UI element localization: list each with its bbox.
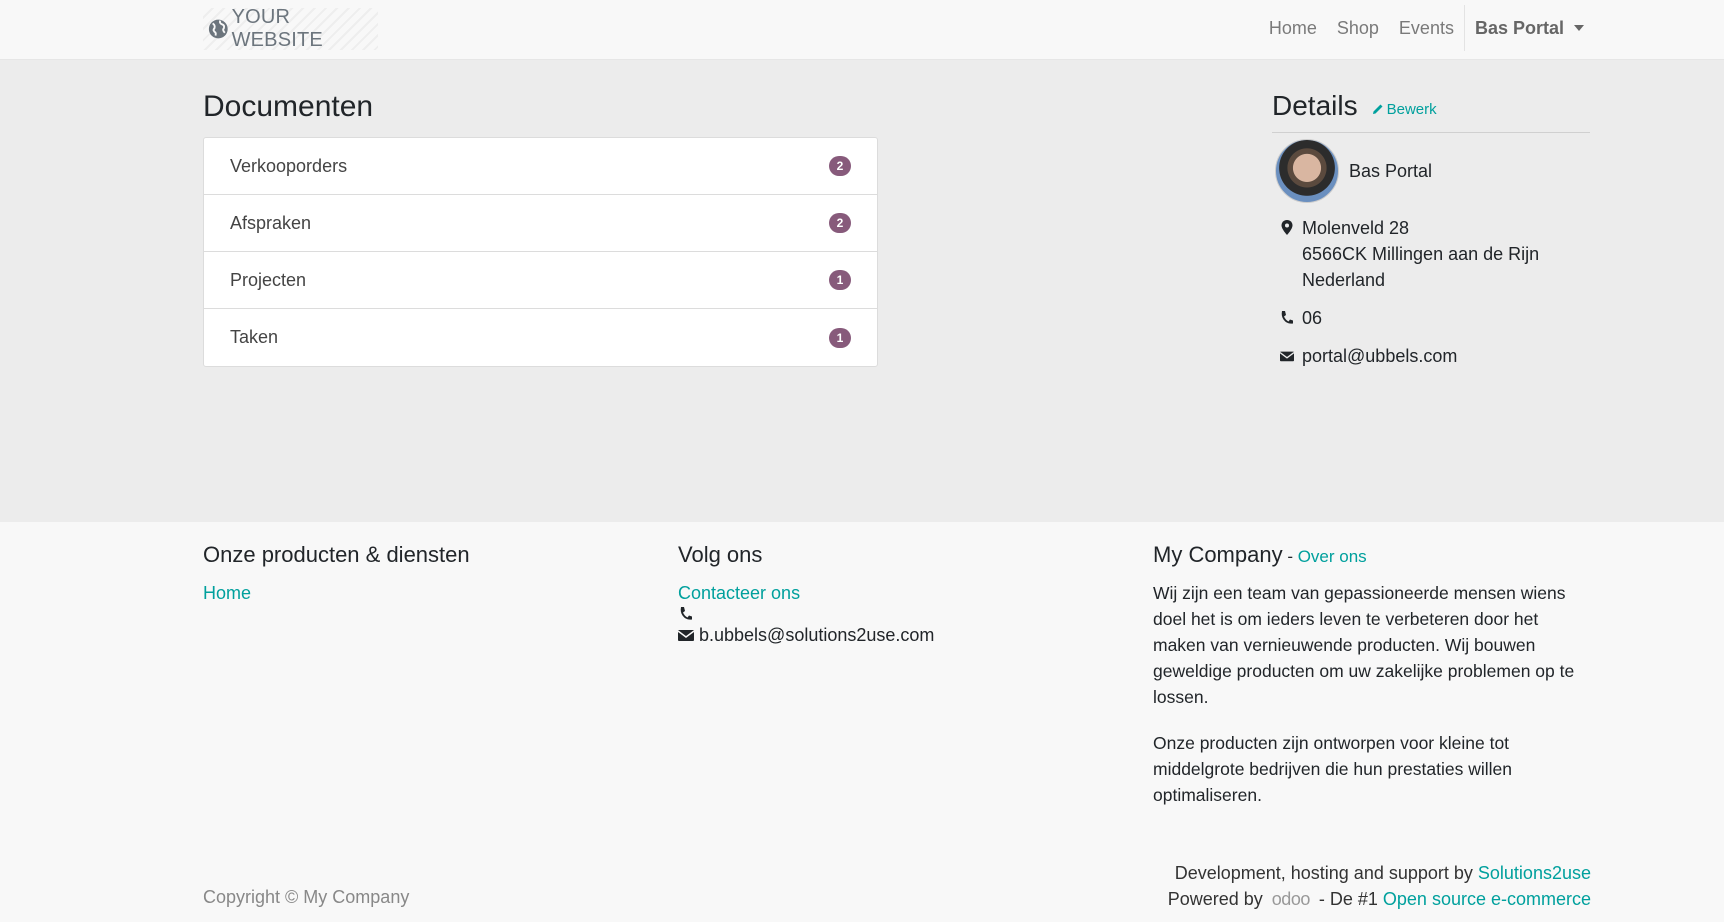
doc-item-label: Verkooporders — [230, 155, 348, 176]
footer-heading: Volg ons — [678, 542, 763, 567]
person-name: Bas Portal — [1349, 160, 1433, 181]
brand-text: YOUR WEBSITE — [231, 6, 323, 51]
nav-shop[interactable]: Shop — [1337, 18, 1379, 39]
edit-label: Bewerk — [1386, 100, 1437, 118]
doc-item-verkooporders[interactable]: Verkooporders 2 — [204, 138, 877, 195]
edit-details-link[interactable]: Bewerk — [1372, 101, 1437, 118]
brand-logo[interactable]: YOUR WEBSITE — [203, 6, 378, 51]
map-marker-icon — [1281, 220, 1293, 235]
doc-item-label: Taken — [230, 327, 279, 347]
documents-title: Documenten — [203, 90, 374, 123]
address-line: Molenveld 28 — [1302, 218, 1410, 238]
footer-heading: My Company - Over ons — [1153, 542, 1593, 568]
phone-row: 06 — [1272, 305, 1590, 331]
count-badge: 2 — [829, 213, 851, 233]
about-paragraph: Wij zijn een team van gepassioneerde men… — [1153, 583, 1575, 707]
footer-col-company: My Company - Over ons Wij zijn een team … — [1153, 542, 1593, 828]
about-link[interactable]: Over ons — [1298, 547, 1367, 566]
odoo-logo[interactable]: odoo — [1272, 886, 1311, 912]
address-line: Nederland — [1302, 270, 1386, 290]
envelope-icon — [678, 630, 694, 641]
address-row: Molenveld 28 6566CK Millingen aan de Rij… — [1272, 215, 1590, 293]
details-panel: Details Bewerk Bas Portal Molenveld 28 6… — [1272, 90, 1590, 369]
email-row: portal@ubbels.com — [1272, 343, 1590, 369]
count-badge: 2 — [829, 156, 851, 176]
footer-heading: Onze producten & diensten — [203, 542, 470, 567]
avatar — [1275, 139, 1339, 203]
footer-col-follow: Volg ons Contacteer ons b.ubbels@solutio… — [678, 542, 1118, 648]
footer-phone-row — [678, 606, 1118, 622]
heading-separator: - — [1282, 547, 1298, 566]
count-badge: 1 — [829, 270, 851, 290]
solutions2use-link[interactable]: Solutions2use — [1478, 863, 1591, 883]
main-nav: Home Shop Events Bas Portal — [1249, 0, 1584, 56]
footer: Onze producten & diensten Home Volg ons … — [0, 522, 1724, 922]
portal-main: Documenten Verkooporders 2 Afspraken 2 P… — [0, 60, 1724, 522]
doc-item-taken[interactable]: Taken 1 — [204, 309, 877, 366]
footer-link-home[interactable]: Home — [203, 580, 643, 606]
nav-events[interactable]: Events — [1399, 18, 1454, 39]
email-value: portal@ubbels.com — [1302, 346, 1458, 366]
details-header: Details Bewerk — [1272, 90, 1590, 133]
credits-line: Development, hosting and support by Solu… — [1168, 860, 1591, 886]
nav-divider — [1463, 5, 1465, 51]
powered-suffix: - De #1 — [1318, 889, 1378, 909]
details-title: Details — [1272, 90, 1358, 121]
doc-item-projecten[interactable]: Projecten 1 — [204, 252, 877, 309]
address-line: 6566CK Millingen aan de Rijn — [1302, 244, 1540, 264]
company-name: My Company — [1153, 542, 1283, 567]
footer-col-products: Onze producten & diensten Home — [203, 542, 643, 606]
copyright: Copyright © My Company — [203, 887, 410, 907]
footer-email-row: b.ubbels@solutions2use.com — [678, 622, 1118, 648]
address-block: Molenveld 28 6566CK Millingen aan de Rij… — [1302, 215, 1539, 293]
globe-icon — [208, 19, 228, 39]
credits: Development, hosting and support by Solu… — [1168, 860, 1591, 912]
powered-line: Powered by odoo - De #1 Open source e-co… — [1168, 886, 1591, 912]
person-row: Bas Portal — [1272, 139, 1590, 203]
user-menu-dropdown[interactable]: Bas Portal — [1475, 18, 1584, 39]
powered-text: Powered by — [1167, 889, 1263, 909]
doc-item-afspraken[interactable]: Afspraken 2 — [204, 195, 877, 252]
footer-email: b.ubbels@solutions2use.com — [699, 625, 935, 645]
phone-icon — [680, 607, 692, 620]
user-name: Bas Portal — [1474, 17, 1564, 38]
nav-home[interactable]: Home — [1269, 18, 1317, 39]
documents-list: Verkooporders 2 Afspraken 2 Projecten 1 … — [203, 137, 878, 367]
doc-item-label: Afspraken — [230, 212, 312, 233]
phone-icon — [1281, 311, 1293, 324]
contact-link[interactable]: Contacteer ons — [678, 580, 1118, 606]
open-source-ecommerce-link[interactable]: Open source e-commerce — [1383, 889, 1591, 909]
about-paragraph: Onze producten zijn ontworpen voor klein… — [1153, 733, 1512, 805]
doc-item-label: Projecten — [230, 269, 307, 290]
top-navbar: YOUR WEBSITE Home Shop Events Bas Portal — [0, 0, 1724, 60]
caret-down-icon — [1574, 25, 1584, 31]
envelope-icon — [1280, 351, 1294, 362]
phone-value: 06 — [1302, 308, 1323, 328]
credits-text: Development, hosting and support by — [1174, 863, 1473, 883]
pencil-icon — [1372, 104, 1383, 114]
count-badge: 1 — [829, 327, 851, 348]
